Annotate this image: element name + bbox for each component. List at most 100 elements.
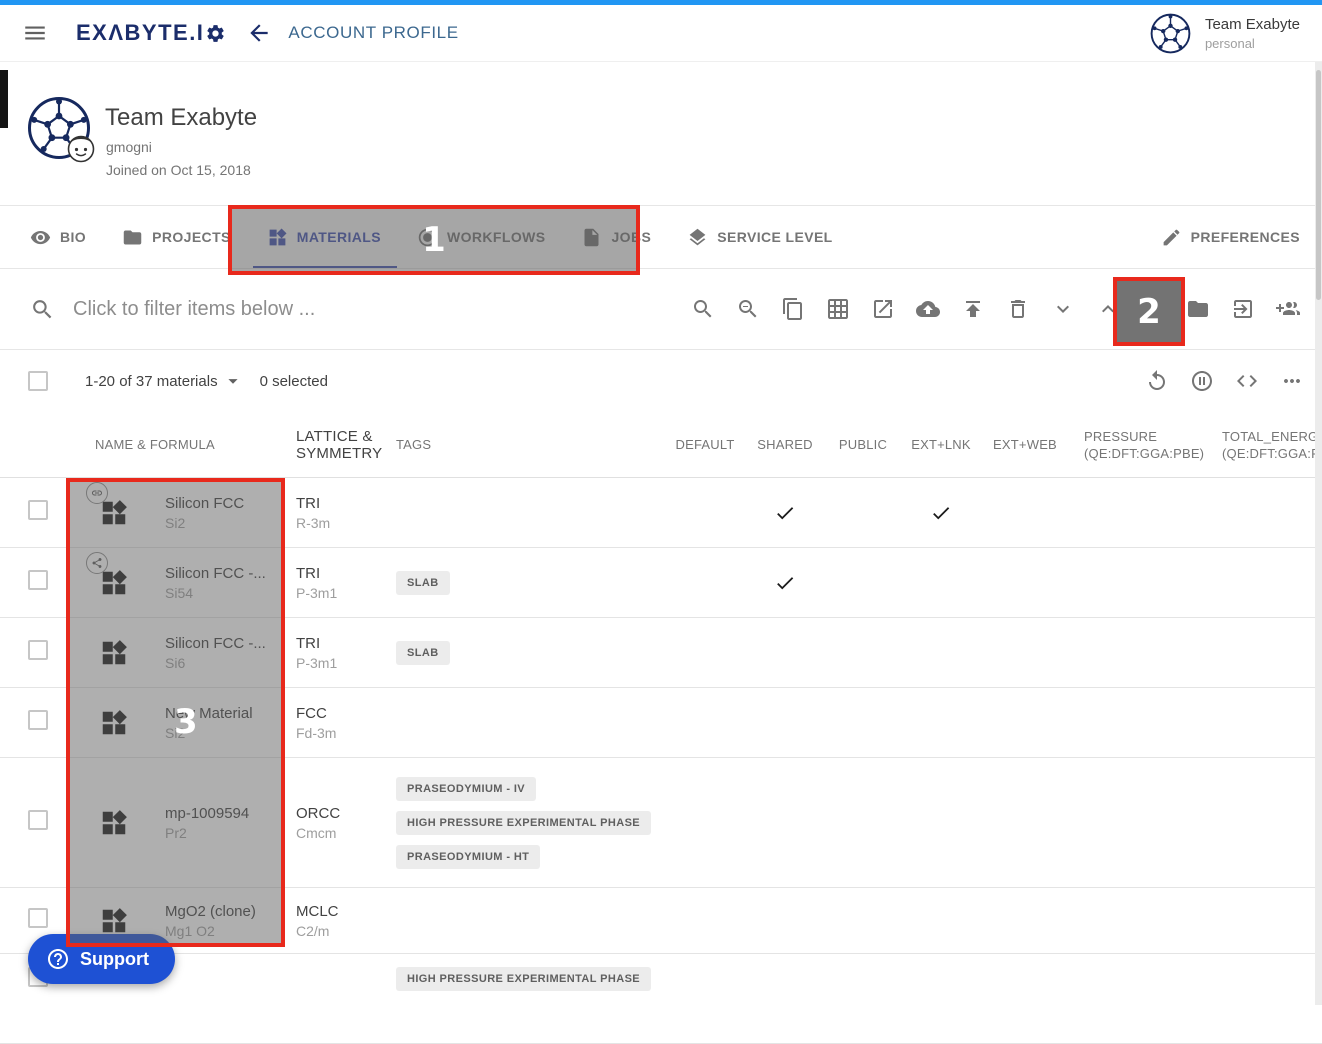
tab-label: PROJECTS — [152, 229, 231, 245]
account-name: Team Exabyte — [1205, 16, 1300, 33]
annotation-number-2: 2 — [1137, 292, 1161, 332]
check-icon — [774, 502, 796, 524]
pressure-cell — [1069, 954, 1215, 967]
col-default: DEFAULT — [665, 436, 745, 453]
shared-cell — [745, 954, 825, 967]
table-icon[interactable] — [826, 297, 850, 321]
lattice-cell: MCLCC2/m — [285, 903, 385, 939]
zoom-out-icon[interactable] — [736, 297, 760, 321]
selected-count: 0 selected — [260, 373, 328, 390]
exit-to-app-icon[interactable] — [1231, 297, 1255, 321]
col-public: PUBLIC — [825, 436, 901, 453]
account-menu[interactable]: Team Exabyte personal — [1150, 13, 1300, 54]
refresh-icon[interactable] — [1145, 369, 1169, 393]
select-all-checkbox[interactable] — [28, 371, 48, 391]
lattice-type: MCLC — [296, 903, 385, 920]
caret-down-icon — [222, 370, 244, 392]
ext_lnk-cell — [901, 502, 981, 524]
symmetry-group: P-3m1 — [296, 585, 385, 601]
more-icon[interactable] — [1280, 369, 1304, 393]
scrollbar-thumb[interactable] — [1316, 70, 1321, 300]
lattice-cell: TRIR-3m — [285, 495, 385, 531]
group-add-icon[interactable] — [1276, 297, 1300, 321]
lattice-cell — [285, 954, 385, 967]
delete-icon[interactable] — [1006, 297, 1030, 321]
annotation-box-1: 1 — [228, 205, 640, 275]
col-ext-lnk: EXT+LNK — [901, 436, 981, 453]
tag-chip: SLAB — [396, 571, 450, 595]
materials-range-label: 1-20 of 37 materials — [85, 373, 218, 390]
folder-icon[interactable] — [1186, 297, 1210, 321]
selection-actions — [1145, 369, 1304, 393]
tab-label: BIO — [60, 229, 86, 245]
cloud-upload-icon[interactable] — [916, 297, 940, 321]
row-checkbox[interactable] — [28, 908, 48, 928]
profile-avatar — [27, 96, 91, 160]
row-checkbox[interactable] — [28, 640, 48, 660]
col-shared: SHARED — [745, 436, 825, 453]
open-in-new-icon[interactable] — [871, 297, 895, 321]
tag-chip: PRASEODYMIUM - HT — [396, 845, 540, 869]
check-icon — [930, 502, 952, 524]
annotation-box-2: 2 — [1113, 277, 1185, 346]
vertical-scrollbar[interactable] — [1315, 62, 1322, 1005]
code-icon[interactable] — [1235, 369, 1259, 393]
account-avatar[interactable] — [1150, 13, 1191, 54]
eye-icon — [30, 227, 51, 248]
folder-icon — [122, 227, 143, 248]
copy-icon[interactable] — [781, 297, 805, 321]
search-icon[interactable] — [691, 297, 715, 321]
table-header: NAME & FORMULA LATTICE & SYMMETRY TAGS D… — [0, 412, 1322, 478]
col-pressure: PRESSURE (QE:DFT:GGA:PBE) — [1069, 428, 1215, 462]
tab-preferences[interactable]: PREFERENCES — [1161, 206, 1300, 268]
col-total-energy: TOTAL_ENERGY (QE:DFT:GGA:PE — [1215, 428, 1322, 462]
app-logo[interactable]: EXΛBYTE.I — [76, 20, 226, 46]
col-name-formula: NAME & FORMULA — [66, 436, 285, 453]
tab-service-level[interactable]: SERVICE LEVEL — [687, 206, 832, 268]
lattice-cell: TRIP-3m1 — [285, 635, 385, 671]
robot-face-icon — [67, 135, 95, 163]
help-icon — [46, 947, 70, 971]
pause-icon[interactable] — [1190, 369, 1214, 393]
tag-chip: PRASEODYMIUM - IV — [396, 777, 536, 801]
chevron-down-icon[interactable] — [1051, 297, 1075, 321]
profile-username: gmogni — [106, 139, 152, 155]
tab-bio[interactable]: BIO — [30, 206, 86, 268]
tags-cell: PRASEODYMIUM - IV HIGH PRESSURE EXPERIMEN… — [385, 777, 665, 869]
tag-chip: HIGH PRESSURE EXPERIMENTAL PHASE — [396, 967, 651, 991]
tags-cell: HIGH PRESSURE EXPERIMENTAL PHASE — [385, 954, 665, 991]
shared-cell — [745, 502, 825, 524]
screenshot-edge-artifact — [0, 70, 8, 128]
tag-chip: HIGH PRESSURE EXPERIMENTAL PHASE — [396, 811, 651, 835]
materials-count-dropdown[interactable]: 1-20 of 37 materials — [85, 370, 244, 392]
tags-cell: SLAB — [385, 571, 665, 595]
upload-icon[interactable] — [961, 297, 985, 321]
row-checkbox[interactable] — [28, 500, 48, 520]
tab-projects[interactable]: PROJECTS — [122, 206, 231, 268]
account-type: personal — [1205, 36, 1300, 51]
logo-gear-icon — [205, 23, 226, 44]
default-cell — [665, 954, 745, 967]
tag-chip: SLAB — [396, 641, 450, 665]
table-row[interactable]: HIGH PRESSURE EXPERIMENTAL PHASE — [0, 954, 1322, 1044]
row-checkbox[interactable] — [28, 810, 48, 830]
filter-input[interactable] — [73, 298, 493, 321]
ext_lnk-cell — [901, 954, 981, 967]
selection-bar: 1-20 of 37 materials 0 selected — [0, 350, 1322, 412]
tab-label: PREFERENCES — [1191, 229, 1300, 245]
shared-cell — [745, 572, 825, 594]
materials-toolbar — [691, 297, 1300, 321]
menu-icon[interactable] — [22, 20, 48, 46]
row-checkbox[interactable] — [28, 710, 48, 730]
ext_web-cell — [981, 954, 1069, 967]
row-checkbox[interactable] — [28, 570, 48, 590]
tags-cell: SLAB — [385, 641, 665, 665]
symmetry-group: Cmcm — [296, 825, 385, 841]
col-ext-web: EXT+WEB — [981, 436, 1069, 453]
back-arrow-icon[interactable] — [246, 20, 272, 46]
profile-joined-date: Joined on Oct 15, 2018 — [106, 162, 251, 178]
col-tags: TAGS — [385, 436, 665, 453]
check-icon — [774, 572, 796, 594]
lattice-cell: TRIP-3m1 — [285, 565, 385, 601]
support-label: Support — [80, 949, 149, 970]
